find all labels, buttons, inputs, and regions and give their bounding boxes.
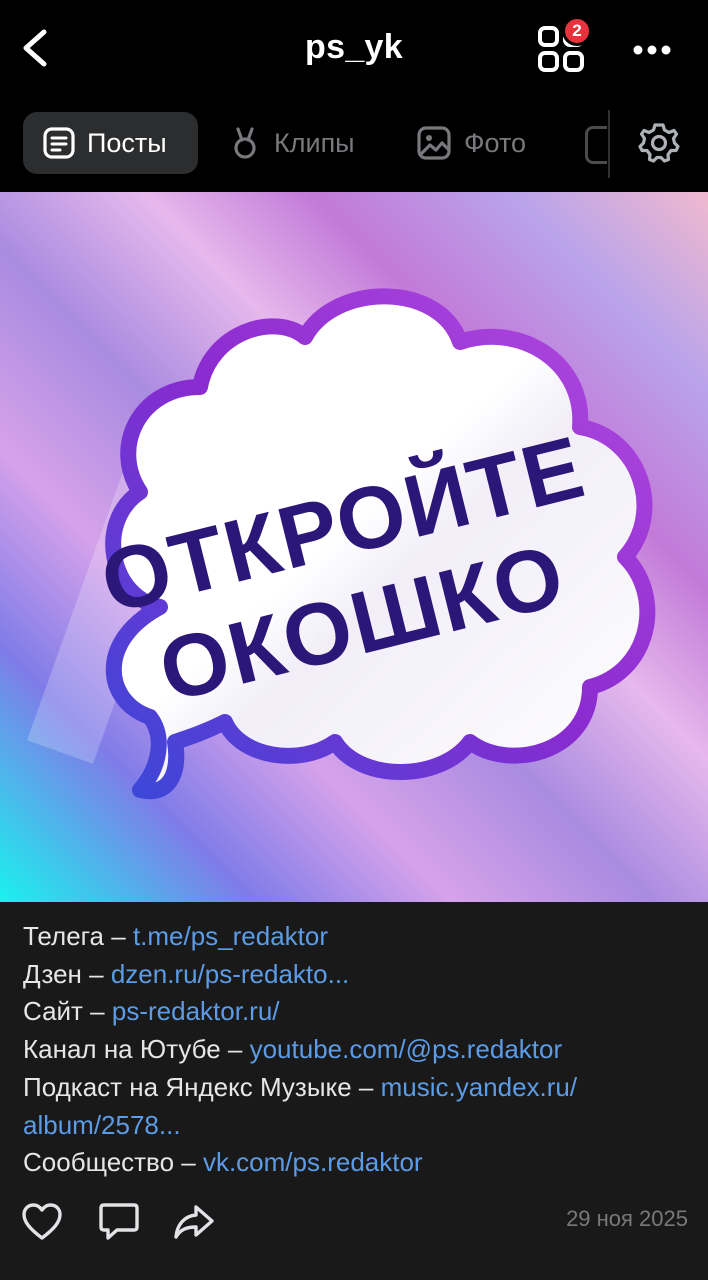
dzen-link[interactable]: dzen.ru/ps-redakto... <box>111 959 349 989</box>
post-date: 29 ноя 2025 <box>566 1206 688 1231</box>
settings-gear-icon[interactable] <box>636 120 682 166</box>
clips-icon <box>234 127 256 159</box>
photo-icon <box>417 126 451 160</box>
post-actions: 29 ноя 2025 <box>0 1200 708 1244</box>
caption-line-telegram: Телега – t.me/ps_redaktor <box>23 921 329 951</box>
like-heart-icon[interactable] <box>20 1200 64 1244</box>
caption-line-community: Сообщество – vk.com/ps.redaktor <box>23 1147 423 1178</box>
caption-line-site: Сайт – ps-redaktor.ru/ <box>23 996 280 1027</box>
community-link[interactable]: vk.com/ps.redaktor <box>203 1147 423 1177</box>
post-image[interactable]: ОТКРОЙТЕ ОКОШКО <box>0 192 708 902</box>
caption-text: Телега – t.me/ps_redaktor Дзен – dzen.ru… <box>23 918 693 1182</box>
comment-icon[interactable] <box>97 1200 141 1244</box>
notification-badge: 2 <box>562 16 592 46</box>
telegram-link[interactable]: t.me/ps_redaktor <box>133 921 328 951</box>
posts-icon <box>43 127 75 159</box>
tab-photo-label: Фото <box>464 127 527 158</box>
share-icon[interactable] <box>172 1200 216 1244</box>
tab-overflow-hint[interactable] <box>585 126 607 164</box>
caption-line-dzen: Дзен – dzen.ru/ps-redakto... <box>23 958 350 989</box>
yandex-music-link-cont[interactable]: album/2578... <box>23 1110 181 1140</box>
site-link[interactable]: ps-redaktor.ru/ <box>112 996 280 1026</box>
tab-posts[interactable]: Посты <box>23 112 198 174</box>
profile-tabs: Посты Клипы Фото <box>0 100 708 190</box>
page-title: ps_yk <box>305 28 403 66</box>
tab-clips[interactable]: Клипы <box>228 112 388 174</box>
caption-line-yandex-music: Подкаст на Яндекс Музыке – music.yandex.… <box>23 1071 578 1102</box>
tab-clips-label: Клипы <box>274 127 355 158</box>
youtube-link[interactable]: youtube.com/@ps.redaktor <box>250 1034 563 1064</box>
tab-posts-label: Посты <box>87 127 167 158</box>
yandex-music-link[interactable]: music.yandex.ru/ <box>381 1072 578 1102</box>
post-image-artwork: ОТКРОЙТЕ ОКОШКО <box>0 192 708 902</box>
tab-photo[interactable]: Фото <box>416 112 556 174</box>
top-bar: ps_yk 2 <box>0 0 708 96</box>
more-options-icon[interactable] <box>626 24 678 76</box>
caption-line-youtube: Канал на Ютубе – youtube.com/@ps.redakto… <box>23 1034 563 1065</box>
caption-line-yandex-music-cont: album/2578... <box>23 1107 693 1145</box>
post-caption: Телега – t.me/ps_redaktor Дзен – dzen.ru… <box>0 902 708 1280</box>
tabs-divider <box>608 110 610 178</box>
